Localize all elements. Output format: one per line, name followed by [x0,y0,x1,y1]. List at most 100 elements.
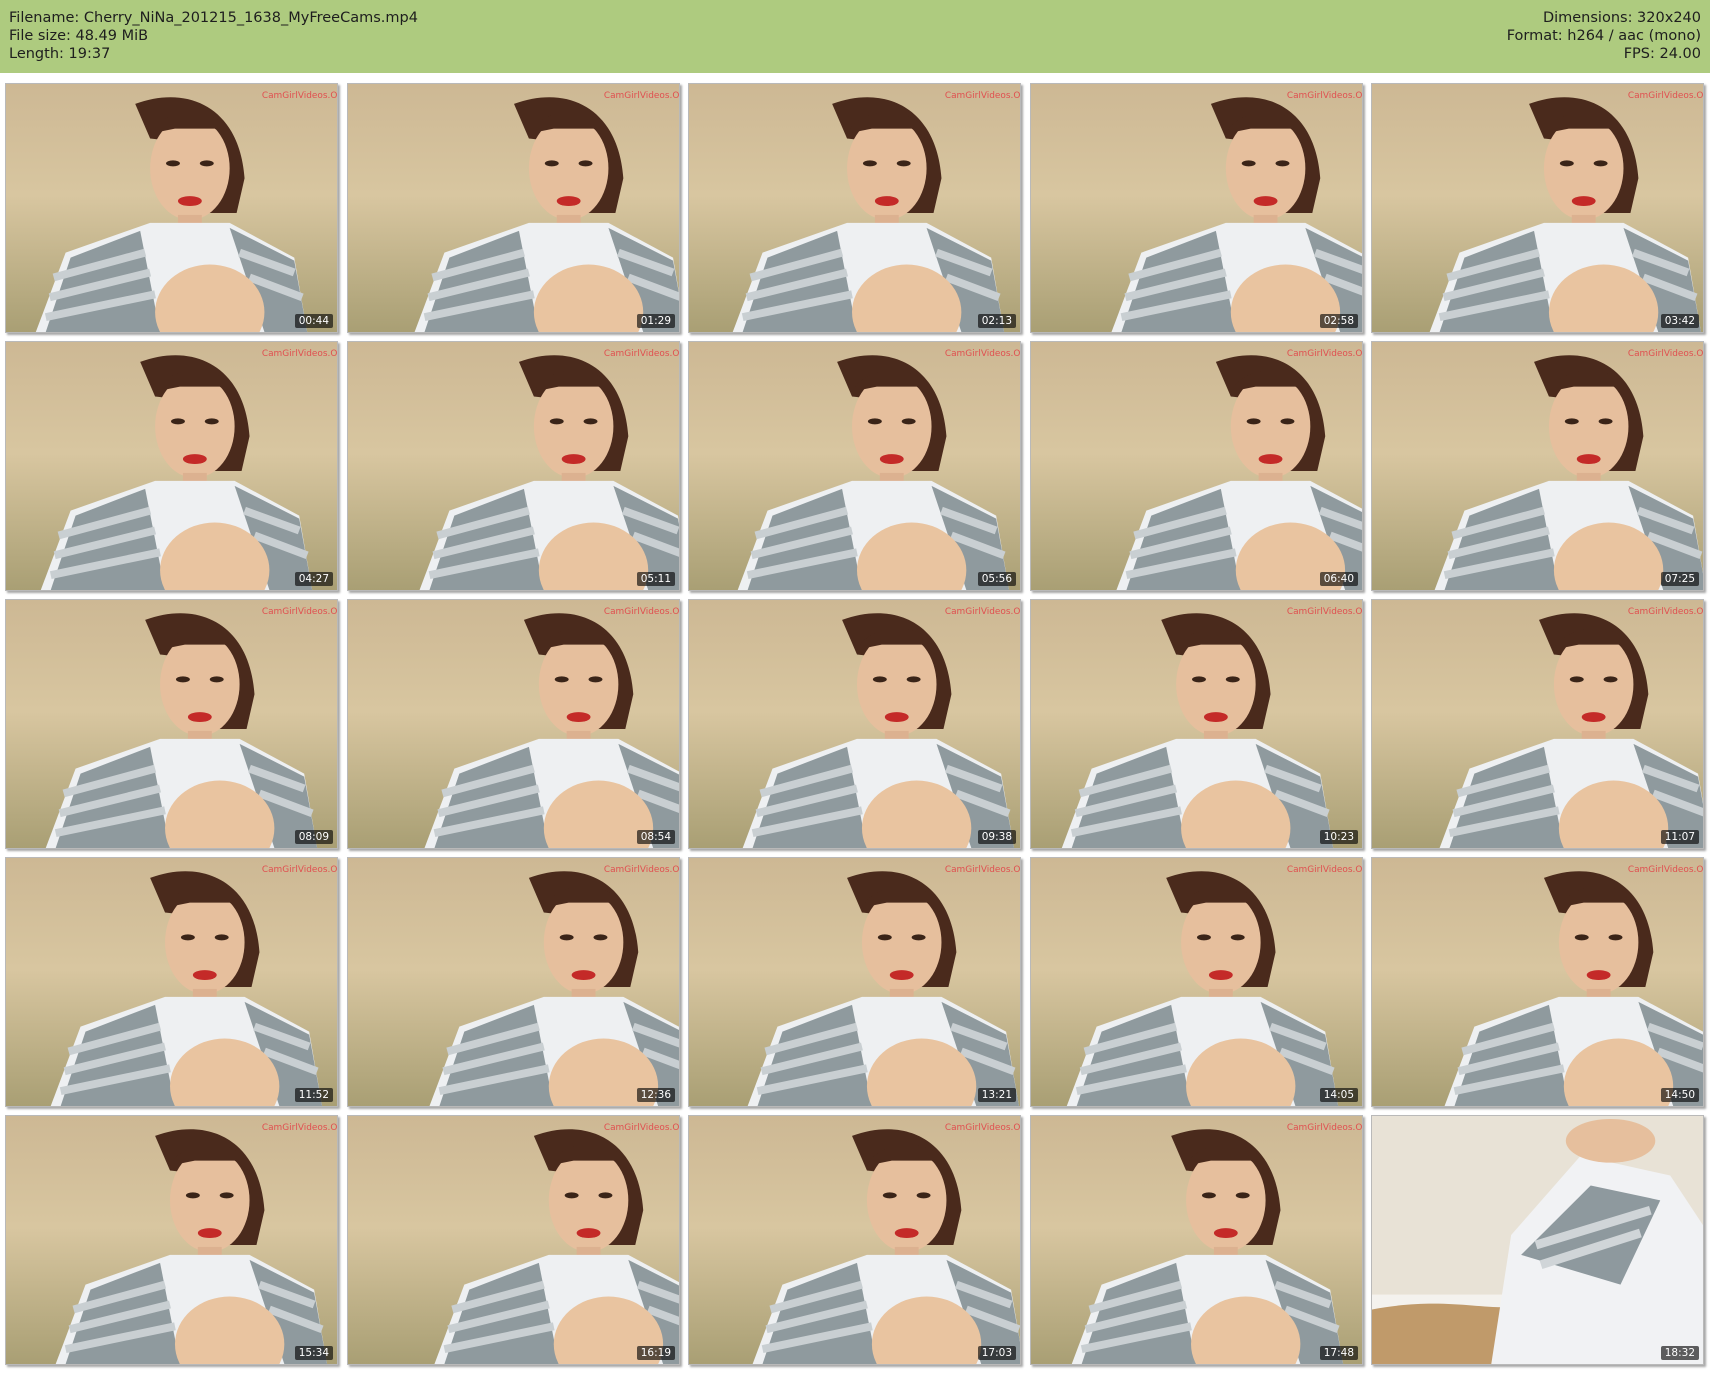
frame-timestamp: 17:03 [977,1346,1016,1360]
watermark-text: CamGirlVideos.Org [1628,349,1703,359]
frame-image: CamGirlVideos.Org [1031,1116,1362,1364]
frame-image: CamGirlVideos.Org [689,858,1020,1106]
frame-timestamp: 14:50 [1660,1088,1699,1102]
frame-image: CamGirlVideos.Org [1372,84,1703,332]
frame-timestamp: 12:36 [636,1088,675,1102]
dimensions-text: Dimensions: 320x240 [1542,10,1701,26]
frame-timestamp: 09:38 [977,830,1016,844]
video-frame-thumbnail: CamGirlVideos.Org 17:48 [1030,1115,1363,1365]
video-frame-thumbnail: CamGirlVideos.Org 16:19 [347,1115,680,1365]
frame-image: CamGirlVideos.Org [6,342,337,590]
filesize-text: File size: 48.49 MiB [9,28,149,44]
frame-timestamp: 03:42 [1660,314,1699,328]
video-frame-thumbnail: CamGirlVideos.Org 12:36 [347,857,680,1107]
watermark-text: CamGirlVideos.Org [945,349,1020,359]
watermark-text: CamGirlVideos.Org [604,865,679,875]
video-frame-thumbnail: CamGirlVideos.Org 02:58 [1030,83,1363,333]
frame-image: CamGirlVideos.Org [6,600,337,848]
frame-timestamp: 01:29 [636,314,675,328]
frame-image: CamGirlVideos.Org [689,600,1020,848]
frame-timestamp: 17:48 [1319,1346,1358,1360]
frame-timestamp: 06:40 [1319,572,1358,586]
video-frame-thumbnail: CamGirlVideos.Org 09:38 [688,599,1021,849]
frame-image [1372,1116,1703,1364]
frame-image: CamGirlVideos.Org [6,1116,337,1364]
video-frame-thumbnail: CamGirlVideos.Org 11:52 [5,857,338,1107]
video-frame-thumbnail: CamGirlVideos.Org 11:07 [1371,599,1704,849]
watermark-text: CamGirlVideos.Org [262,91,337,101]
video-frame-thumbnail: CamGirlVideos.Org 17:03 [688,1115,1021,1365]
video-frame-thumbnail: CamGirlVideos.Org 01:29 [347,83,680,333]
watermark-text: CamGirlVideos.Org [262,607,337,617]
frame-timestamp: 18:32 [1660,1346,1699,1360]
frame-image: CamGirlVideos.Org [1031,342,1362,590]
watermark-text: CamGirlVideos.Org [945,865,1020,875]
frame-timestamp: 10:23 [1319,830,1358,844]
watermark-text: CamGirlVideos.Org [604,349,679,359]
video-frame-thumbnail: CamGirlVideos.Org 04:27 [5,341,338,591]
video-frame-thumbnail: CamGirlVideos.Org 08:09 [5,599,338,849]
frame-timestamp: 05:11 [636,572,675,586]
frame-image: CamGirlVideos.Org [689,342,1020,590]
watermark-text: CamGirlVideos.Org [1628,607,1703,617]
video-frame-thumbnail: 18:32 [1371,1115,1704,1365]
frame-image: CamGirlVideos.Org [689,84,1020,332]
frame-timestamp: 11:52 [294,1088,333,1102]
frame-timestamp: 11:07 [1660,830,1699,844]
video-frame-thumbnail: CamGirlVideos.Org 05:56 [688,341,1021,591]
frame-image: CamGirlVideos.Org [348,84,679,332]
frame-image: CamGirlVideos.Org [1031,84,1362,332]
watermark-text: CamGirlVideos.Org [262,1123,337,1133]
frame-timestamp: 00:44 [294,314,333,328]
watermark-text: CamGirlVideos.Org [1287,349,1362,359]
watermark-text: CamGirlVideos.Org [604,607,679,617]
video-frame-thumbnail: CamGirlVideos.Org 15:34 [5,1115,338,1365]
frame-timestamp: 13:21 [977,1088,1016,1102]
format-text: Format: h264 / aac (mono) [1506,28,1701,44]
video-frame-thumbnail: CamGirlVideos.Org 14:05 [1030,857,1363,1107]
frame-image: CamGirlVideos.Org [689,1116,1020,1364]
watermark-text: CamGirlVideos.Org [1287,607,1362,617]
watermark-text: CamGirlVideos.Org [1628,865,1703,875]
frame-timestamp: 08:09 [294,830,333,844]
frame-timestamp: 02:58 [1319,314,1358,328]
frame-timestamp: 14:05 [1319,1088,1358,1102]
frame-image: CamGirlVideos.Org [1372,600,1703,848]
file-info: Filename: Cherry_NiNa_201215_1638_MyFree… [9,9,418,63]
frame-timestamp: 07:25 [1660,572,1699,586]
watermark-text: CamGirlVideos.Org [604,91,679,101]
frame-timestamp: 08:54 [636,830,675,844]
video-frame-thumbnail: CamGirlVideos.Org 06:40 [1030,341,1363,591]
watermark-text: CamGirlVideos.Org [1287,1123,1362,1133]
watermark-text: CamGirlVideos.Org [1287,865,1362,875]
thumbnail-grid: CamGirlVideos.Org 00:44 [5,83,1705,1369]
frame-timestamp: 04:27 [294,572,333,586]
stream-info: Dimensions: 320x240 Format: h264 / aac (… [1507,9,1701,63]
frame-timestamp: 02:13 [977,314,1016,328]
frame-image: CamGirlVideos.Org [1372,342,1703,590]
frame-image: CamGirlVideos.Org [6,858,337,1106]
frame-image: CamGirlVideos.Org [348,858,679,1106]
frame-timestamp: 16:19 [636,1346,675,1360]
video-frame-thumbnail: CamGirlVideos.Org 03:42 [1371,83,1704,333]
video-frame-thumbnail: CamGirlVideos.Org 08:54 [347,599,680,849]
watermark-text: CamGirlVideos.Org [945,1123,1020,1133]
watermark-text: CamGirlVideos.Org [262,865,337,875]
video-frame-thumbnail: CamGirlVideos.Org 05:11 [347,341,680,591]
video-frame-thumbnail: CamGirlVideos.Org 07:25 [1371,341,1704,591]
info-header: Filename: Cherry_NiNa_201215_1638_MyFree… [0,0,1710,73]
video-frame-thumbnail: CamGirlVideos.Org 13:21 [688,857,1021,1107]
watermark-text: CamGirlVideos.Org [945,607,1020,617]
length-text: Length: 19:37 [9,46,111,62]
video-frame-thumbnail: CamGirlVideos.Org 02:13 [688,83,1021,333]
watermark-text: CamGirlVideos.Org [1628,91,1703,101]
frame-image: CamGirlVideos.Org [1372,858,1703,1106]
watermark-text: CamGirlVideos.Org [945,91,1020,101]
filename-text: Filename: Cherry_NiNa_201215_1638_MyFree… [9,10,418,26]
frame-timestamp: 05:56 [977,572,1016,586]
video-frame-thumbnail: CamGirlVideos.Org 00:44 [5,83,338,333]
frame-image: CamGirlVideos.Org [6,84,337,332]
video-frame-thumbnail: CamGirlVideos.Org 10:23 [1030,599,1363,849]
video-frame-thumbnail: CamGirlVideos.Org 14:50 [1371,857,1704,1107]
watermark-text: CamGirlVideos.Org [604,1123,679,1133]
